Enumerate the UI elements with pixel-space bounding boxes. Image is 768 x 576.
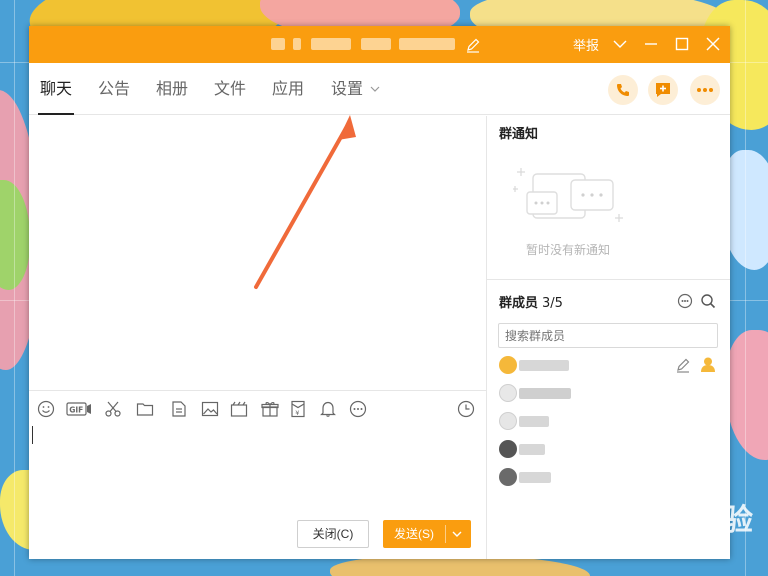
title-bar[interactable]: 举报: [29, 26, 730, 63]
blurred-group-name: [399, 38, 455, 50]
blurred-member-name: [519, 472, 551, 483]
blurred-member-name: [519, 360, 569, 371]
member-row[interactable]: [499, 410, 719, 432]
gif-icon[interactable]: GIF: [66, 400, 92, 418]
edit-name-icon[interactable]: [465, 37, 481, 53]
group-owner-icon: [701, 357, 715, 372]
blurred-group-name: [293, 38, 301, 50]
blurred-group-name: [311, 38, 351, 50]
tab-files[interactable]: 文件: [214, 63, 246, 115]
search-icon[interactable]: [700, 293, 716, 309]
video-icon[interactable]: [230, 400, 248, 418]
folder-icon[interactable]: [136, 400, 154, 418]
edit-icon[interactable]: [675, 357, 691, 373]
more-icon[interactable]: [349, 400, 367, 418]
divider: [445, 525, 446, 543]
divider: [29, 390, 486, 391]
chevron-down-icon[interactable]: [370, 85, 380, 93]
member-search-input[interactable]: [498, 323, 718, 348]
member-settings-icon[interactable]: [677, 293, 693, 309]
member-row[interactable]: [499, 466, 719, 488]
minimize-icon[interactable]: [643, 36, 659, 52]
tab-announcement[interactable]: 公告: [98, 63, 130, 115]
send-label: 发送(S): [394, 527, 434, 541]
image-icon[interactable]: [201, 400, 219, 418]
bell-icon[interactable]: [319, 400, 337, 418]
doc-icon[interactable]: [170, 400, 188, 418]
message-input[interactable]: [29, 422, 486, 512]
gift-icon[interactable]: [261, 400, 279, 418]
scissors-icon[interactable]: [104, 400, 122, 418]
voice-call-button[interactable]: [608, 75, 638, 105]
notice-title: 群通知: [499, 127, 539, 142]
watermark-brand: Bai du 经验: [585, 504, 755, 537]
chevron-down-icon[interactable]: [449, 526, 465, 542]
maximize-icon[interactable]: [674, 36, 690, 52]
blurred-group-name: [361, 38, 391, 50]
baidu-jingyan-watermark: Bai du 经验 jingyan.baidu.com: [585, 495, 755, 552]
member-row[interactable]: [499, 438, 719, 460]
divider: [486, 116, 487, 559]
phone-icon: [617, 84, 629, 96]
red-packet-icon[interactable]: ¥: [289, 400, 307, 418]
members-header: 群成员 3/5: [499, 292, 563, 311]
divider: [487, 279, 730, 280]
members-title: 群成员: [499, 296, 539, 311]
chevron-down-icon[interactable]: [612, 36, 628, 52]
map-gridline: [745, 0, 746, 576]
blurred-member-name: [519, 388, 571, 399]
avatar: [499, 440, 517, 458]
message-history[interactable]: [29, 116, 486, 390]
avatar: [499, 384, 517, 402]
map-region: [725, 330, 768, 460]
send-button[interactable]: 发送(S): [383, 520, 471, 548]
avatar: [499, 468, 517, 486]
member-row[interactable]: [499, 354, 719, 376]
tab-chat[interactable]: 聊天: [37, 63, 75, 115]
emoji-icon[interactable]: [37, 400, 55, 418]
watermark-url: jingyan.baidu.com: [587, 535, 716, 552]
blurred-group-name: [271, 38, 285, 50]
input-toolbar: GIF ¥: [29, 396, 486, 422]
svg-text:GIF: GIF: [69, 406, 83, 415]
blurred-member-name: [519, 416, 549, 427]
close-button[interactable]: 关闭(C): [297, 520, 369, 548]
members-count: 3/5: [542, 296, 563, 311]
tab-apps[interactable]: 应用: [272, 63, 304, 115]
chat-plus-icon: [656, 83, 670, 97]
group-chat-window: 举报 聊天 公告 相册 文件 应用 设置 GIF ¥ 关闭(C) 发送(S) 群…: [29, 26, 730, 559]
no-notice-text: 暂时没有新通知: [526, 243, 611, 257]
avatar: [499, 412, 517, 430]
tab-album[interactable]: 相册: [156, 63, 188, 115]
add-message-button[interactable]: [648, 75, 678, 105]
tab-settings[interactable]: 设置: [331, 63, 363, 115]
member-row[interactable]: [499, 382, 719, 404]
more-dots-icon: [697, 88, 713, 92]
close-icon[interactable]: [705, 36, 721, 52]
avatar: [499, 356, 517, 374]
report-button[interactable]: 举报: [573, 35, 599, 54]
history-clock-icon[interactable]: [457, 400, 475, 418]
blurred-member-name: [519, 444, 545, 455]
map-gridline: [14, 0, 15, 576]
no-notice-illustration-icon: [513, 168, 623, 222]
more-options-button[interactable]: [690, 75, 720, 105]
svg-text:¥: ¥: [295, 409, 299, 417]
tab-bar: 聊天 公告 相册 文件 应用 设置: [29, 63, 730, 115]
